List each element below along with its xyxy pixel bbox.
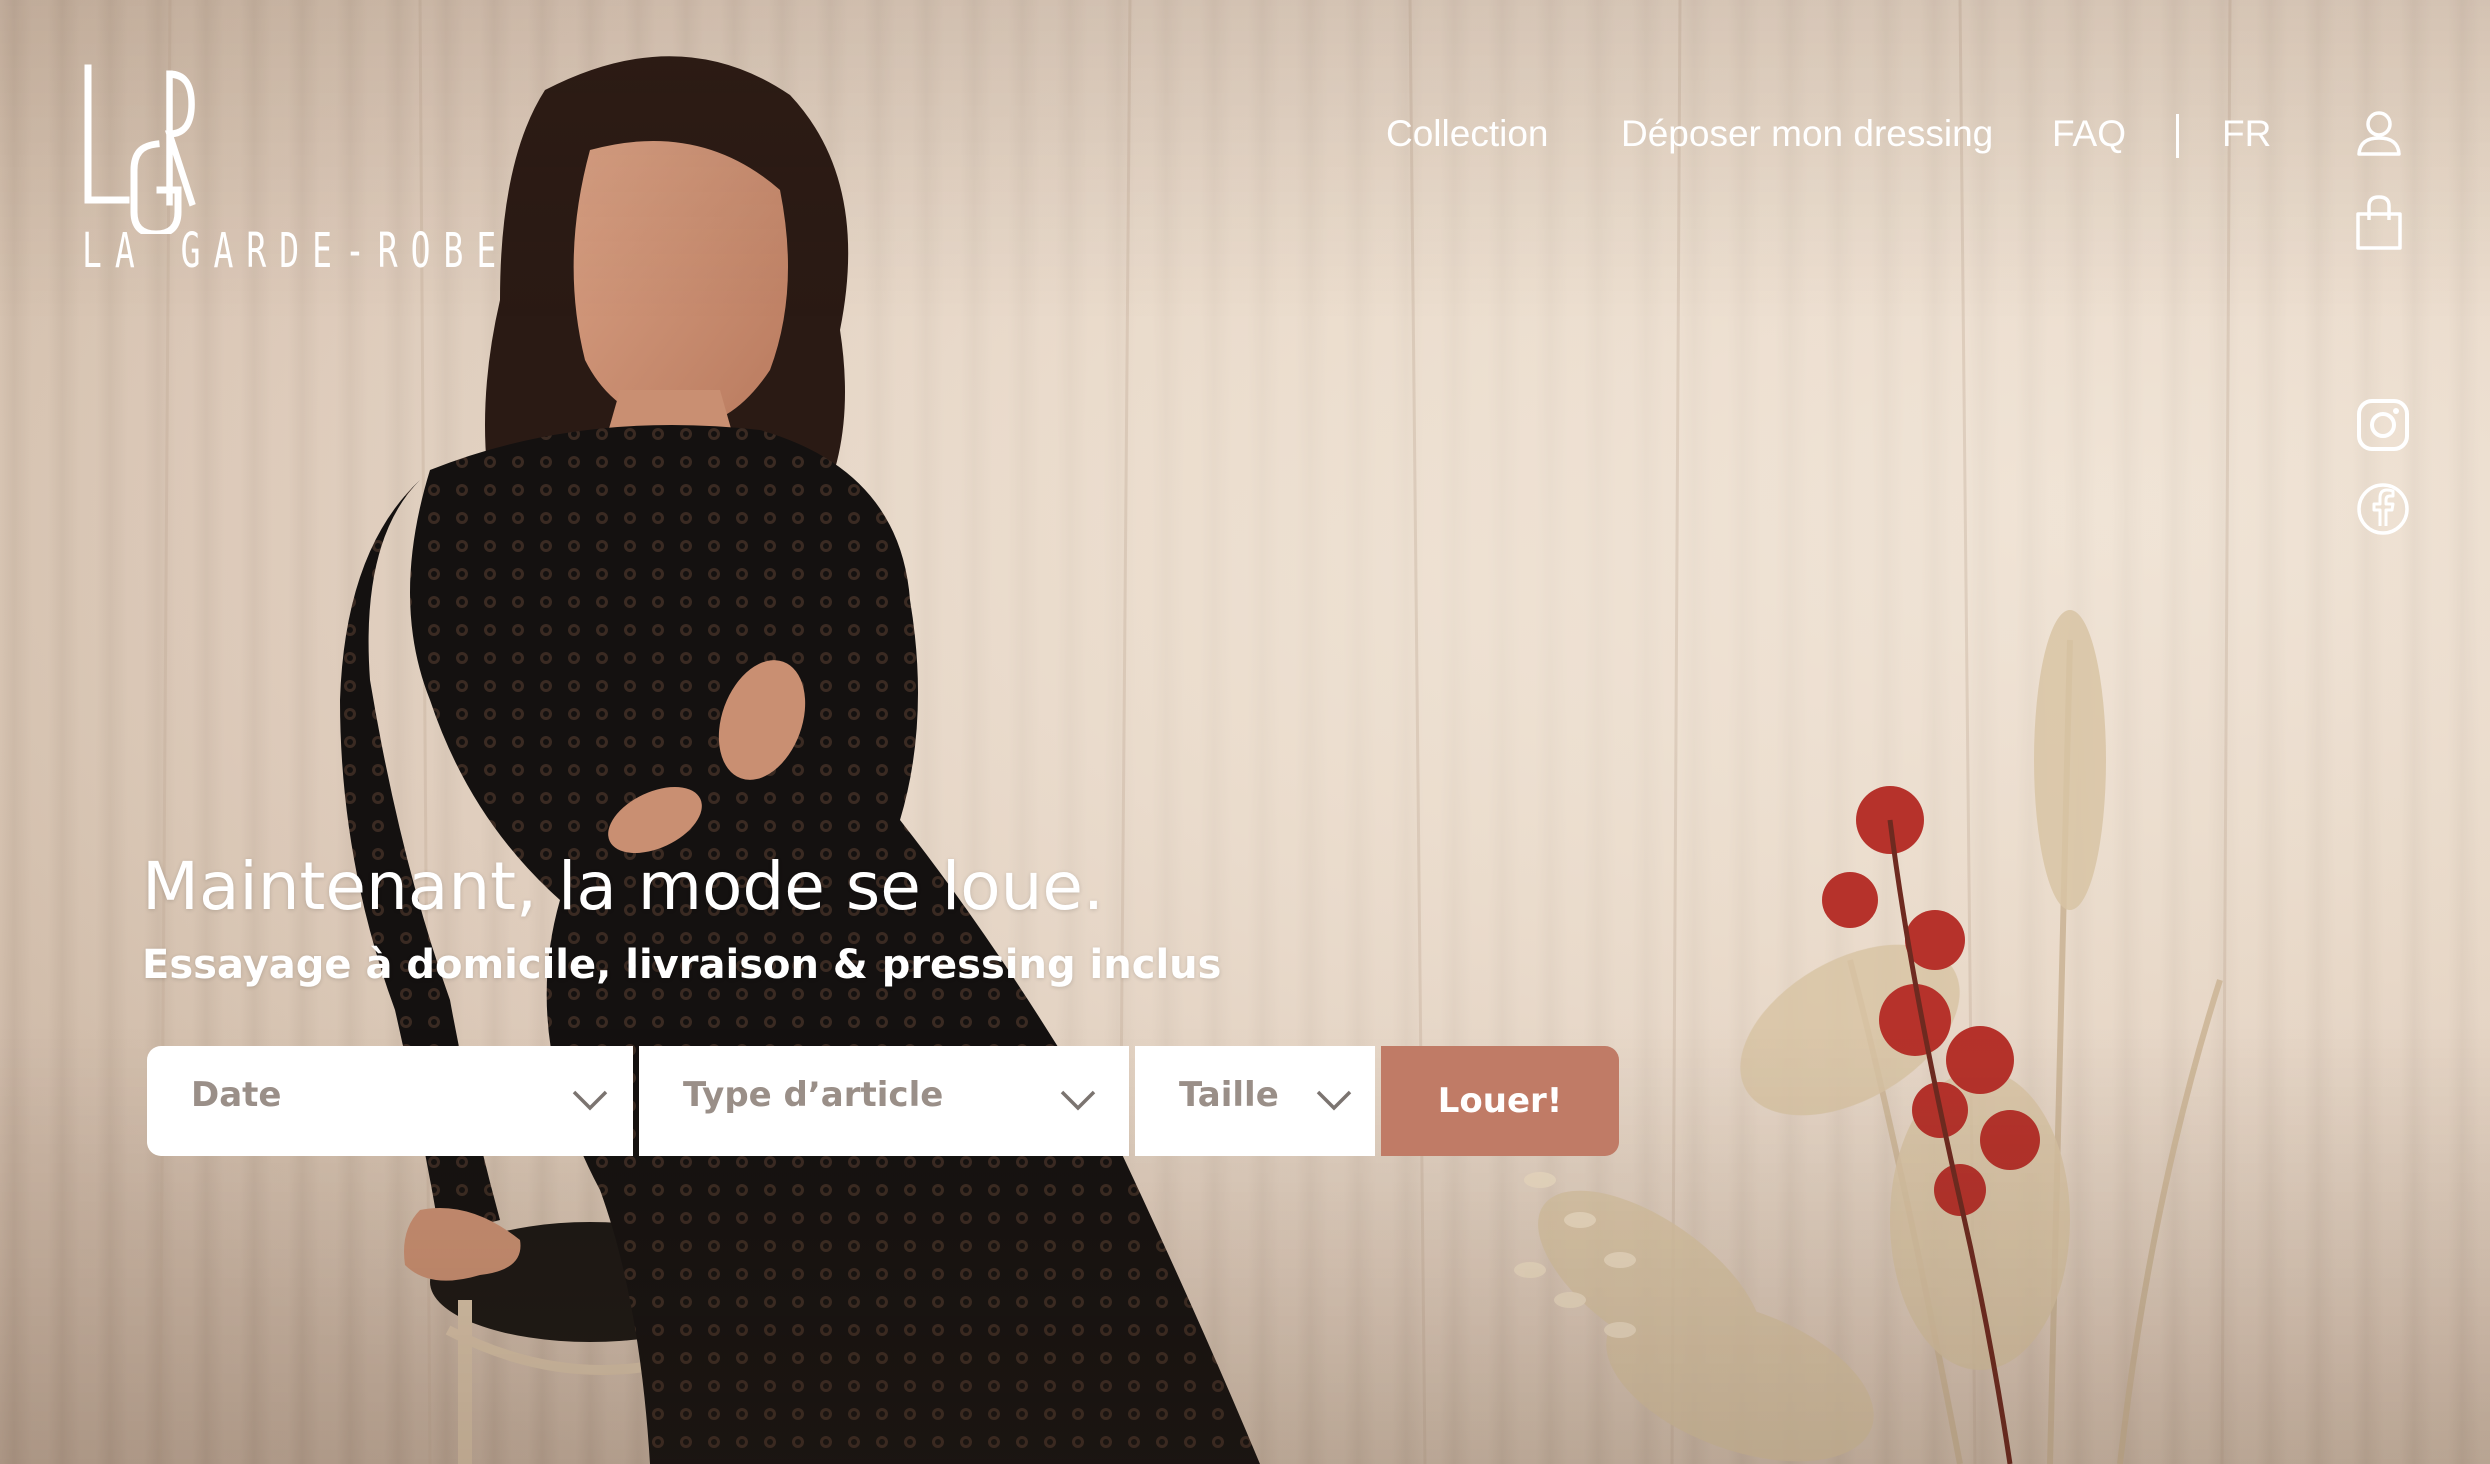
article-type-select[interactable]: Type d’article — [639, 1046, 1129, 1156]
shopping-bag-icon[interactable] — [2354, 194, 2404, 256]
hero-headline: Maintenant, la mode se loue. — [142, 848, 1104, 925]
size-select-label: Taille — [1179, 1075, 1279, 1115]
facebook-icon[interactable] — [2356, 482, 2410, 540]
nav-item-faq[interactable]: FAQ — [2052, 108, 2126, 160]
date-select-label: Date — [191, 1075, 282, 1115]
article-type-select-label: Type d’article — [683, 1075, 944, 1115]
nav-divider — [2176, 114, 2179, 158]
language-switch[interactable]: FR — [2222, 108, 2271, 160]
nav-item-deposer-mon-dressing[interactable]: Déposer mon dressing — [1621, 108, 1993, 160]
user-icon[interactable] — [2356, 110, 2402, 160]
rent-button[interactable]: Louer! — [1381, 1046, 1619, 1156]
instagram-icon[interactable] — [2356, 398, 2410, 456]
date-select[interactable]: Date — [147, 1046, 633, 1156]
hero-section: LA GARDE-ROBE Collection Déposer mon dre… — [0, 0, 2490, 1464]
size-select[interactable]: Taille — [1135, 1046, 1375, 1156]
hero-subheadline: Essayage à domicile, livraison & pressin… — [142, 942, 1222, 988]
chevron-down-icon — [1060, 1090, 1096, 1111]
chevron-down-icon — [572, 1090, 608, 1111]
brand-subtitle: LA GARDE-ROBE — [82, 222, 510, 279]
nav-item-collection[interactable]: Collection — [1386, 108, 1548, 160]
main-nav: Collection Déposer mon dressing FAQ FR — [0, 108, 2490, 168]
chevron-down-icon — [1316, 1090, 1352, 1111]
